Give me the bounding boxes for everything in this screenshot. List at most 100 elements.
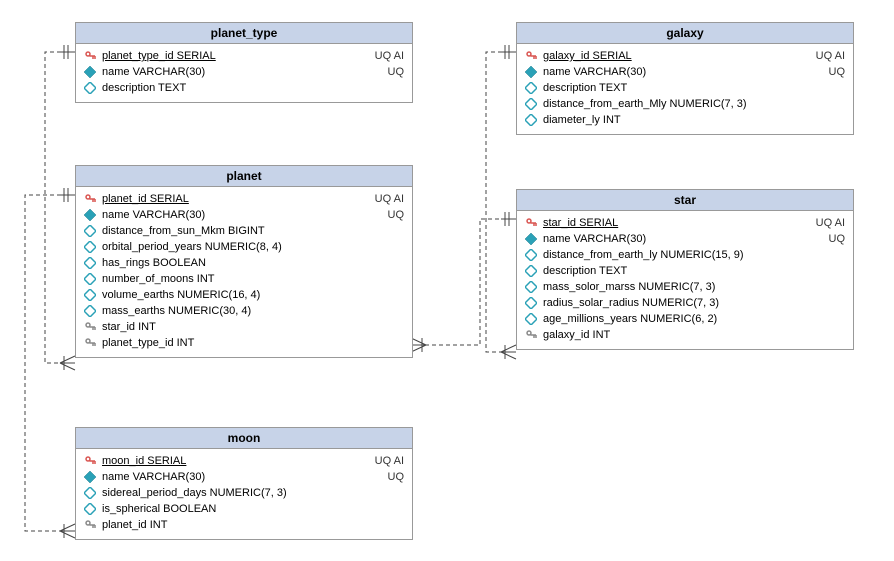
- unique-column-icon: [84, 66, 96, 78]
- primary-key-icon: [84, 455, 96, 467]
- column-name: galaxy_id INT: [543, 329, 829, 341]
- column-row: description TEXT: [521, 80, 849, 96]
- entity-title: planet: [76, 166, 412, 187]
- column-row: mass_solor_marss NUMERIC(7, 3): [521, 279, 849, 295]
- column-row: number_of_moons INT: [80, 271, 408, 287]
- column-name: name VARCHAR(30): [543, 66, 813, 78]
- entity-galaxy: galaxy galaxy_id SERIALUQ AIname VARCHAR…: [516, 22, 854, 135]
- column-icon: [525, 281, 537, 293]
- column-name: sidereal_period_days NUMERIC(7, 3): [102, 487, 388, 499]
- unique-column-icon: [84, 209, 96, 221]
- column-row: planet_id SERIAL UQ AI: [80, 191, 408, 207]
- column-name: diameter_ly INT: [543, 114, 829, 126]
- column-row: radius_solar_radius NUMERIC(7, 3): [521, 295, 849, 311]
- column-row: description TEXT: [80, 80, 408, 96]
- column-icon: [84, 241, 96, 253]
- column-name: volume_earths NUMERIC(16, 4): [102, 289, 388, 301]
- primary-key-icon: [525, 217, 537, 229]
- column-flags: UQ AI: [806, 50, 845, 62]
- entity-columns: moon_id SERIALUQ AIname VARCHAR(30)UQsid…: [76, 449, 412, 539]
- column-icon: [525, 82, 537, 94]
- column-name: distance_from_sun_Mkm BIGINT: [102, 225, 388, 237]
- column-name: planet_id SERIAL: [102, 193, 359, 205]
- column-row: star_id INT: [80, 319, 408, 335]
- column-row: name VARCHAR(30) UQ: [80, 469, 408, 485]
- entity-columns: star_id SERIAL UQ AI name VARCHAR(30) UQ dis…: [517, 211, 853, 349]
- column-name: description TEXT: [543, 265, 829, 277]
- column-name: number_of_moons INT: [102, 273, 388, 285]
- column-row: distance_from_earth_ly NUMERIC(15, 9): [521, 247, 849, 263]
- column-row: planet_type_id INT: [80, 335, 408, 351]
- column-name: distance_from_earth_Mly NUMERIC(7, 3): [543, 98, 829, 110]
- column-icon: [84, 305, 96, 317]
- column-row: age_millions_years NUMERIC(6, 2): [521, 311, 849, 327]
- column-name: star_id INT: [102, 321, 388, 333]
- column-flags: UQ AI: [806, 217, 845, 229]
- column-name: name VARCHAR(30): [102, 66, 372, 78]
- foreign-key-icon: [525, 329, 537, 341]
- column-icon: [84, 503, 96, 515]
- column-name: description TEXT: [543, 82, 829, 94]
- column-row: planet_type_id SERIAL UQ AI: [80, 48, 408, 64]
- column-row: mass_earths NUMERIC(30, 4): [80, 303, 408, 319]
- primary-key-icon: [525, 50, 537, 62]
- column-row: planet_id INT: [80, 517, 408, 533]
- column-row: name VARCHAR(30) UQ: [80, 64, 408, 80]
- column-name: has_rings BOOLEAN: [102, 257, 388, 269]
- column-flags: UQ AI: [365, 193, 404, 205]
- column-icon: [525, 98, 537, 110]
- primary-key-icon: [84, 193, 96, 205]
- foreign-key-icon: [84, 337, 96, 349]
- column-row: galaxy_id INT: [521, 327, 849, 343]
- entity-planet: planet planet_id SERIAL UQ AI name VARCHAR…: [75, 165, 413, 358]
- column-row: name VARCHAR(30) UQ: [521, 64, 849, 80]
- entity-moon: moon moon_id SERIALUQ AIname VARCHAR(30)…: [75, 427, 413, 540]
- column-name: name VARCHAR(30): [543, 233, 813, 245]
- column-name: planet_id INT: [102, 519, 388, 531]
- column-name: galaxy_id SERIAL: [543, 50, 800, 62]
- column-flags: UQ: [378, 209, 405, 221]
- column-name: name VARCHAR(30): [102, 209, 372, 221]
- column-icon: [84, 289, 96, 301]
- entity-planet-type: planet_type planet_type_id SERIAL UQ AI na…: [75, 22, 413, 103]
- column-row: distance_from_sun_Mkm BIGINT: [80, 223, 408, 239]
- unique-column-icon: [525, 66, 537, 78]
- column-name: planet_type_id SERIAL: [102, 50, 359, 62]
- column-name: mass_earths NUMERIC(30, 4): [102, 305, 388, 317]
- entity-title: moon: [76, 428, 412, 449]
- entity-star: star star_id SERIAL UQ AI name VARCHAR(30)…: [516, 189, 854, 350]
- column-row: sidereal_period_days NUMERIC(7, 3): [80, 485, 408, 501]
- column-row: volume_earths NUMERIC(16, 4): [80, 287, 408, 303]
- column-row: distance_from_earth_Mly NUMERIC(7, 3): [521, 96, 849, 112]
- unique-column-icon: [84, 471, 96, 483]
- column-icon: [84, 82, 96, 94]
- entity-title: planet_type: [76, 23, 412, 44]
- column-icon: [525, 313, 537, 325]
- column-icon: [525, 114, 537, 126]
- column-flags: UQ: [819, 66, 846, 78]
- primary-key-icon: [84, 50, 96, 62]
- column-name: name VARCHAR(30): [102, 471, 372, 483]
- column-name: planet_type_id INT: [102, 337, 388, 349]
- column-icon: [525, 297, 537, 309]
- column-name: orbital_period_years NUMERIC(8, 4): [102, 241, 388, 253]
- column-name: moon_id SERIAL: [102, 455, 359, 467]
- column-row: is_spherical BOOLEAN: [80, 501, 408, 517]
- column-flags: UQ: [378, 66, 405, 78]
- column-name: mass_solor_marss NUMERIC(7, 3): [543, 281, 829, 293]
- column-row: has_rings BOOLEAN: [80, 255, 408, 271]
- column-name: radius_solar_radius NUMERIC(7, 3): [543, 297, 829, 309]
- foreign-key-icon: [84, 519, 96, 531]
- column-flags: UQ: [819, 233, 846, 245]
- entity-columns: planet_id SERIAL UQ AI name VARCHAR(30) UQ d…: [76, 187, 412, 357]
- entity-title: star: [517, 190, 853, 211]
- column-flags: UQ: [378, 471, 405, 483]
- entity-columns: planet_type_id SERIAL UQ AI name VARCHAR(3…: [76, 44, 412, 102]
- column-name: description TEXT: [102, 82, 388, 94]
- column-row: name VARCHAR(30) UQ: [80, 207, 408, 223]
- column-name: star_id SERIAL: [543, 217, 800, 229]
- column-name: distance_from_earth_ly NUMERIC(15, 9): [543, 249, 829, 261]
- column-flags: UQ AI: [365, 50, 404, 62]
- column-row: galaxy_id SERIAL UQ AI: [521, 48, 849, 64]
- column-row: description TEXT: [521, 263, 849, 279]
